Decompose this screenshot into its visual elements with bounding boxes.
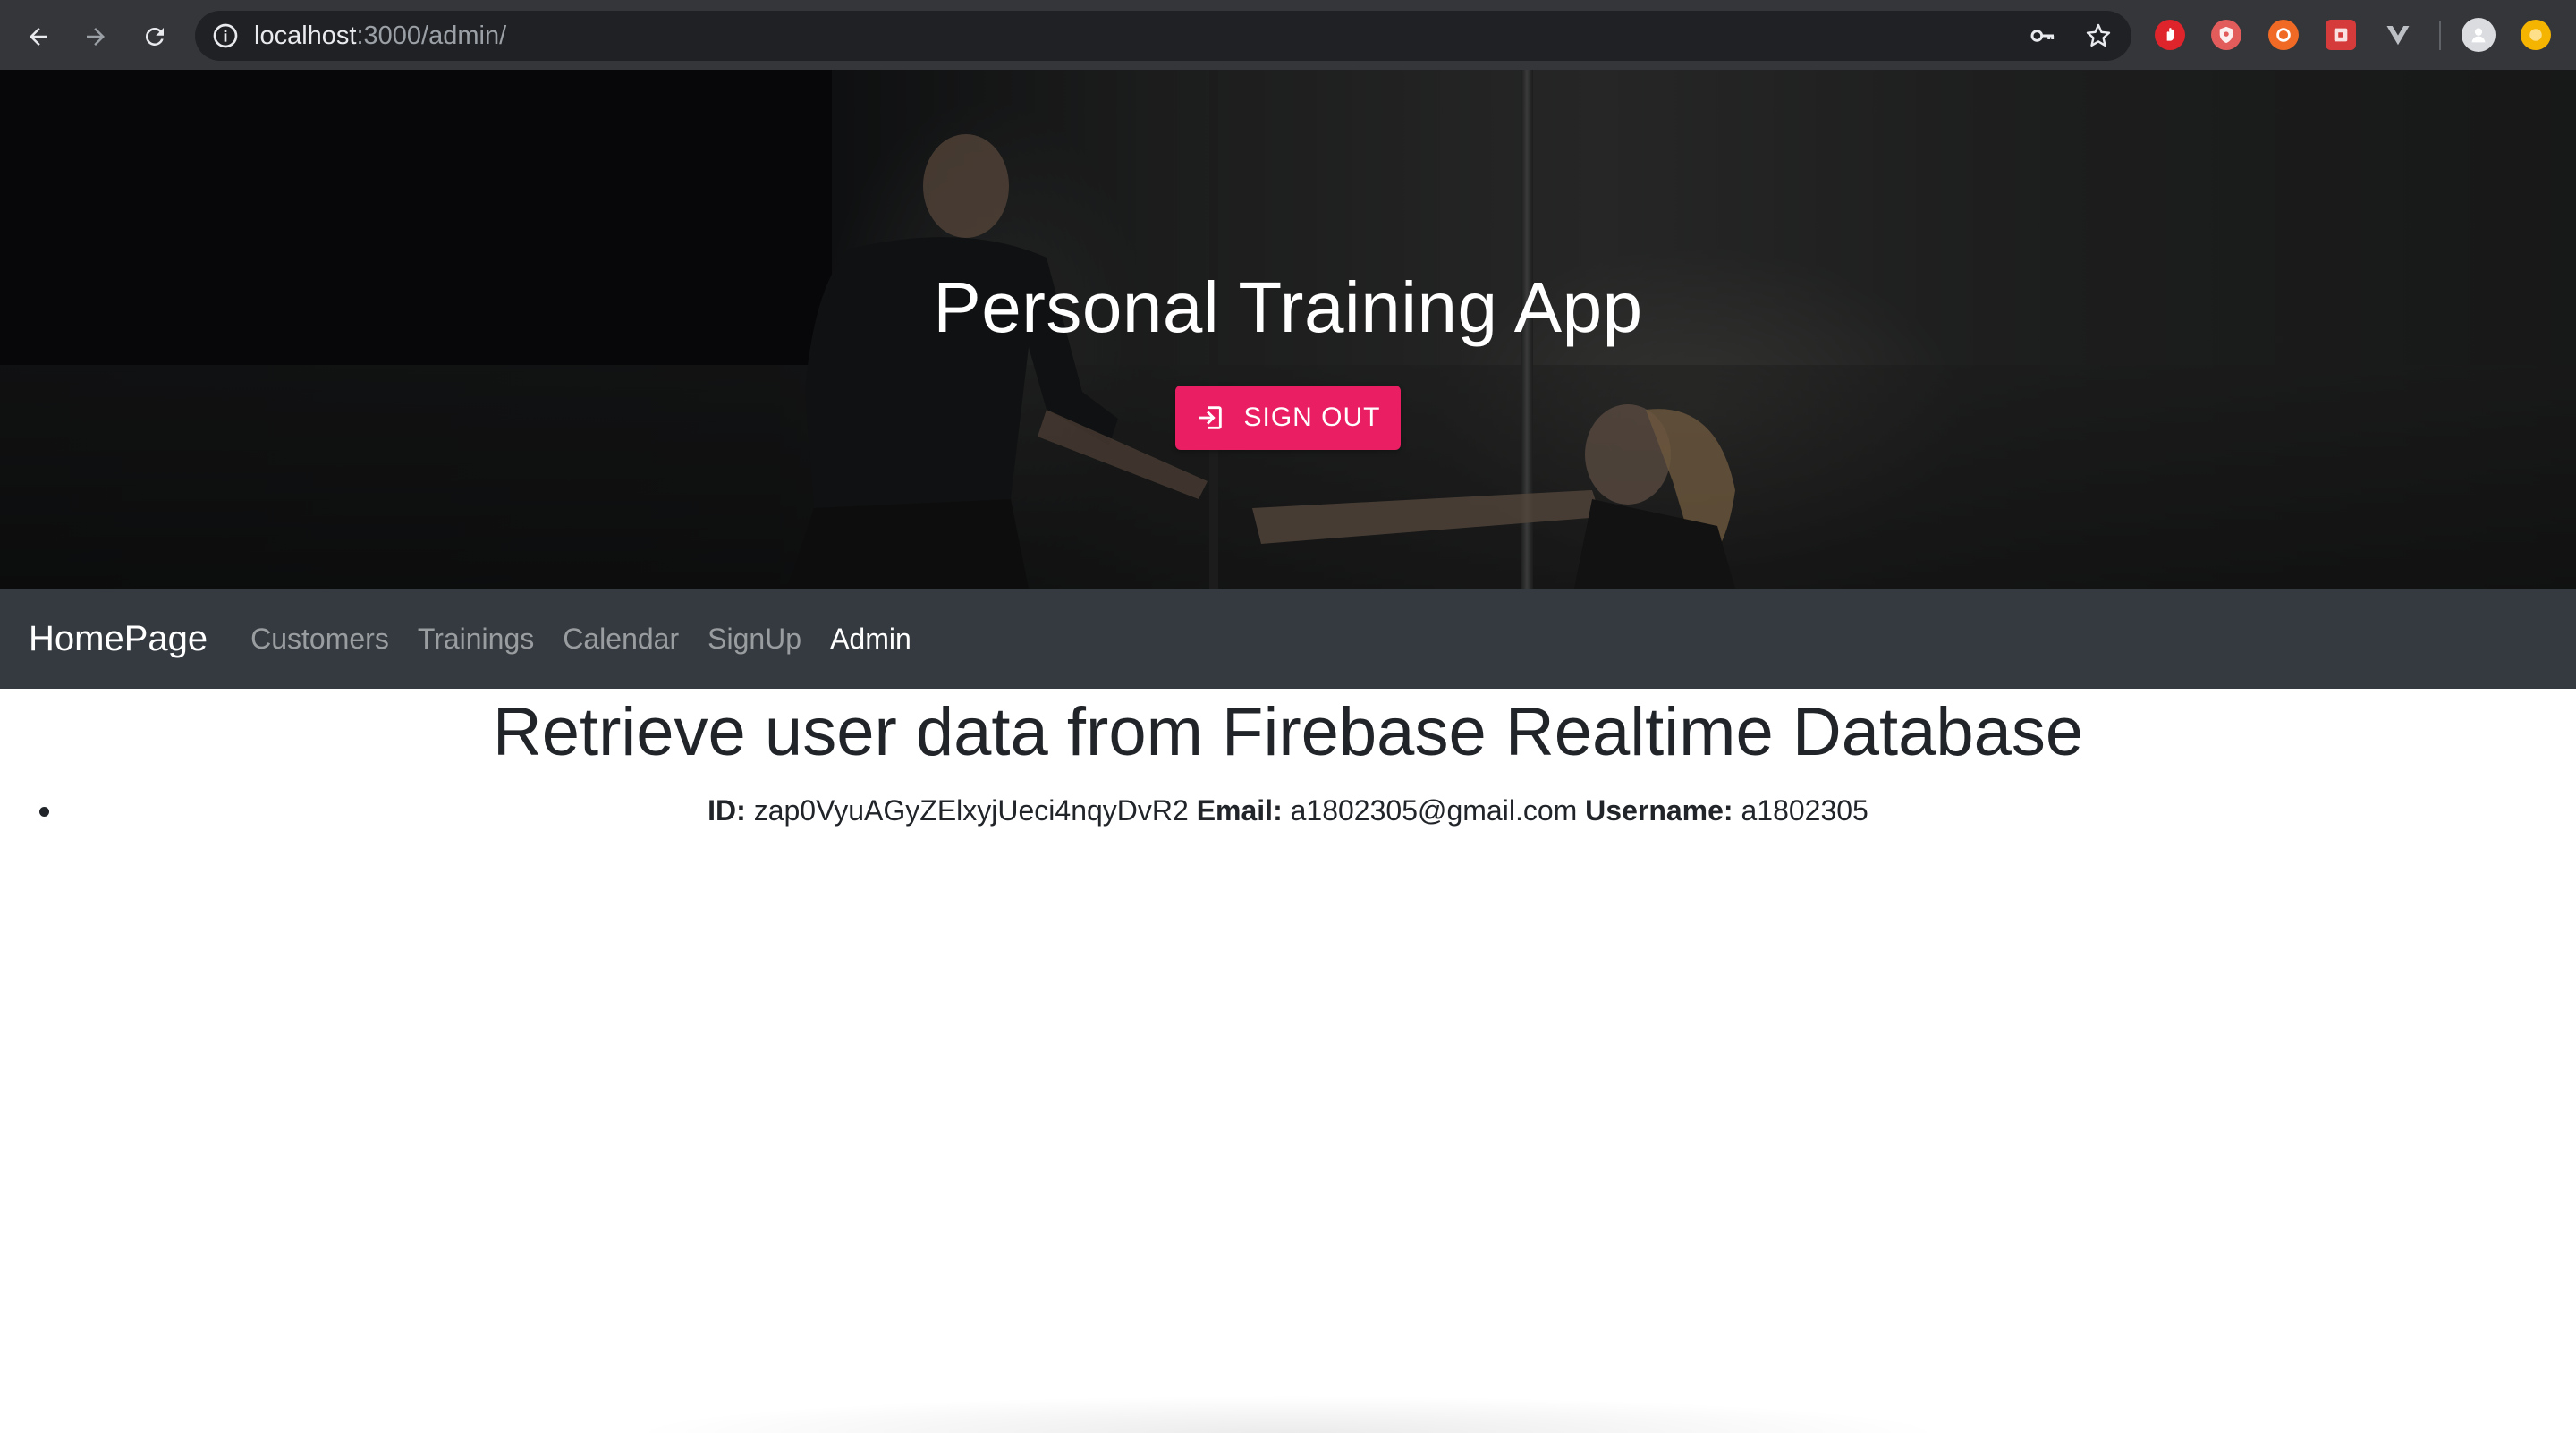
user-id-value: zap0VyuAGyZElxyjUeci4nqyDvR2 (753, 794, 1189, 827)
nav-link-signup[interactable]: SignUp (708, 623, 801, 656)
email-label: Email: (1196, 794, 1283, 827)
sign-out-button[interactable]: SIGN OUT (1175, 386, 1401, 450)
emoji-extension-icon[interactable] (2521, 20, 2551, 50)
user-list: ID: zap0VyuAGyZElxyjUeci4nqyDvR2 Email: … (0, 789, 2576, 832)
nav-link-customers[interactable]: Customers (250, 623, 389, 656)
shield-extension-icon[interactable] (2211, 20, 2241, 50)
user-email-value: a1802305@gmail.com (1290, 794, 1578, 827)
url-text[interactable]: localhost:3000/admin/ (254, 11, 506, 61)
list-bullet (39, 807, 49, 817)
page-heading: Retrieve user data from Firebase Realtim… (492, 694, 2084, 770)
app-title: Personal Training App (933, 267, 1643, 347)
browser-toolbar: localhost:3000/admin/ (0, 0, 2576, 70)
puzzle-extension-icon[interactable] (2326, 20, 2356, 50)
info-icon[interactable] (211, 21, 240, 50)
nav-link-calendar[interactable]: Calendar (563, 623, 679, 656)
url-host: localhost (254, 21, 357, 50)
hero-banner: Personal Training App SIGN OUT (0, 70, 2576, 589)
nav-link-admin[interactable]: Admin (830, 623, 911, 656)
reload-icon[interactable] (134, 16, 175, 57)
lifebuoy-extension-icon[interactable] (2268, 20, 2299, 50)
vue-devtools-icon[interactable] (2383, 20, 2413, 50)
navbar-brand-homepage[interactable]: HomePage (29, 619, 208, 659)
back-icon[interactable] (18, 16, 59, 57)
adblock-extension-icon[interactable] (2155, 20, 2185, 50)
forward-icon[interactable] (75, 16, 116, 57)
sign-out-label: SIGN OUT (1243, 403, 1381, 432)
username-label: Username: (1585, 794, 1733, 827)
bookmark-star-icon[interactable] (2084, 21, 2113, 50)
key-icon[interactable] (2029, 21, 2057, 50)
address-bar[interactable]: localhost:3000/admin/ (195, 11, 2131, 61)
toolbar-separator (2439, 21, 2441, 50)
main-navbar: HomePage Customers Trainings Calendar Si… (0, 589, 2576, 689)
list-item: ID: zap0VyuAGyZElxyjUeci4nqyDvR2 Email: … (0, 789, 2576, 832)
exit-icon (1199, 406, 1223, 429)
url-path: :3000/admin/ (356, 21, 507, 50)
nav-link-trainings[interactable]: Trainings (418, 623, 534, 656)
user-username-value: a1802305 (1741, 794, 1868, 827)
profile-avatar-icon[interactable] (2462, 18, 2496, 52)
page-bottom-shadow (626, 1395, 1950, 1433)
id-label: ID: (708, 794, 746, 827)
